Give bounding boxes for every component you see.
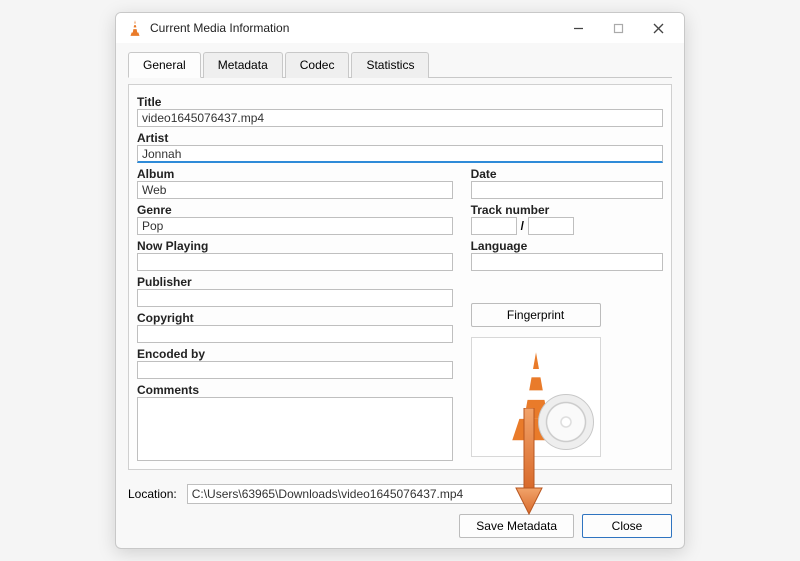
general-panel: Title Artist Album Date Genre	[128, 84, 672, 470]
vlc-cone-icon	[126, 19, 144, 37]
comments-field: Comments	[137, 383, 453, 461]
copyright-input[interactable]	[137, 325, 453, 343]
minimize-button[interactable]	[558, 14, 598, 42]
album-field: Album	[137, 167, 453, 199]
artist-label: Artist	[137, 131, 663, 145]
fingerprint-button[interactable]: Fingerprint	[471, 303, 601, 327]
close-icon	[653, 23, 664, 34]
tab-codec[interactable]: Codec	[285, 52, 350, 78]
bottom-area: Location: Save Metadata Close	[128, 484, 672, 538]
disc-icon	[538, 394, 594, 450]
title-field: Title	[137, 95, 663, 127]
save-metadata-button[interactable]: Save Metadata	[459, 514, 574, 538]
track-field: Track number /	[471, 203, 663, 235]
close-window-button[interactable]	[638, 14, 678, 42]
close-button[interactable]: Close	[582, 514, 672, 538]
content-area: General Metadata Codec Statistics Title …	[116, 43, 684, 548]
title-input[interactable]	[137, 109, 663, 127]
comments-label: Comments	[137, 383, 453, 397]
tab-strip: General Metadata Codec Statistics	[128, 51, 672, 78]
copyright-field: Copyright	[137, 311, 453, 343]
location-input[interactable]	[187, 484, 672, 504]
titlebar: Current Media Information	[116, 13, 684, 43]
album-label: Album	[137, 167, 453, 181]
artist-input[interactable]	[137, 145, 663, 163]
publisher-input[interactable]	[137, 289, 453, 307]
encodedby-input[interactable]	[137, 361, 453, 379]
now-playing-field: Now Playing	[137, 239, 453, 271]
date-label: Date	[471, 167, 663, 181]
language-field: Language	[471, 239, 663, 271]
album-art-placeholder	[471, 337, 601, 457]
media-info-window: Current Media Information General Metada…	[115, 12, 685, 549]
publisher-label: Publisher	[137, 275, 453, 289]
track-label: Track number	[471, 203, 663, 217]
track-number-input[interactable]	[471, 217, 517, 235]
tab-metadata[interactable]: Metadata	[203, 52, 283, 78]
copyright-label: Copyright	[137, 311, 453, 325]
album-input[interactable]	[137, 181, 453, 199]
publisher-field: Publisher	[137, 275, 453, 307]
genre-field: Genre	[137, 203, 453, 235]
track-total-input[interactable]	[528, 217, 574, 235]
maximize-button[interactable]	[598, 14, 638, 42]
encodedby-label: Encoded by	[137, 347, 453, 361]
artist-field: Artist	[137, 131, 663, 163]
now-playing-input[interactable]	[137, 253, 453, 271]
comments-input[interactable]	[137, 397, 453, 461]
genre-input[interactable]	[137, 217, 453, 235]
minimize-icon	[573, 23, 584, 34]
maximize-icon	[613, 23, 624, 34]
date-input[interactable]	[471, 181, 663, 199]
location-label: Location:	[128, 487, 177, 501]
genre-label: Genre	[137, 203, 453, 217]
language-input[interactable]	[471, 253, 663, 271]
date-field: Date	[471, 167, 663, 199]
window-title: Current Media Information	[150, 21, 558, 35]
title-label: Title	[137, 95, 663, 109]
tab-general[interactable]: General	[128, 52, 201, 78]
encodedby-field: Encoded by	[137, 347, 453, 379]
tab-statistics[interactable]: Statistics	[351, 52, 429, 78]
now-playing-label: Now Playing	[137, 239, 453, 253]
track-separator: /	[521, 219, 524, 233]
language-label: Language	[471, 239, 663, 253]
